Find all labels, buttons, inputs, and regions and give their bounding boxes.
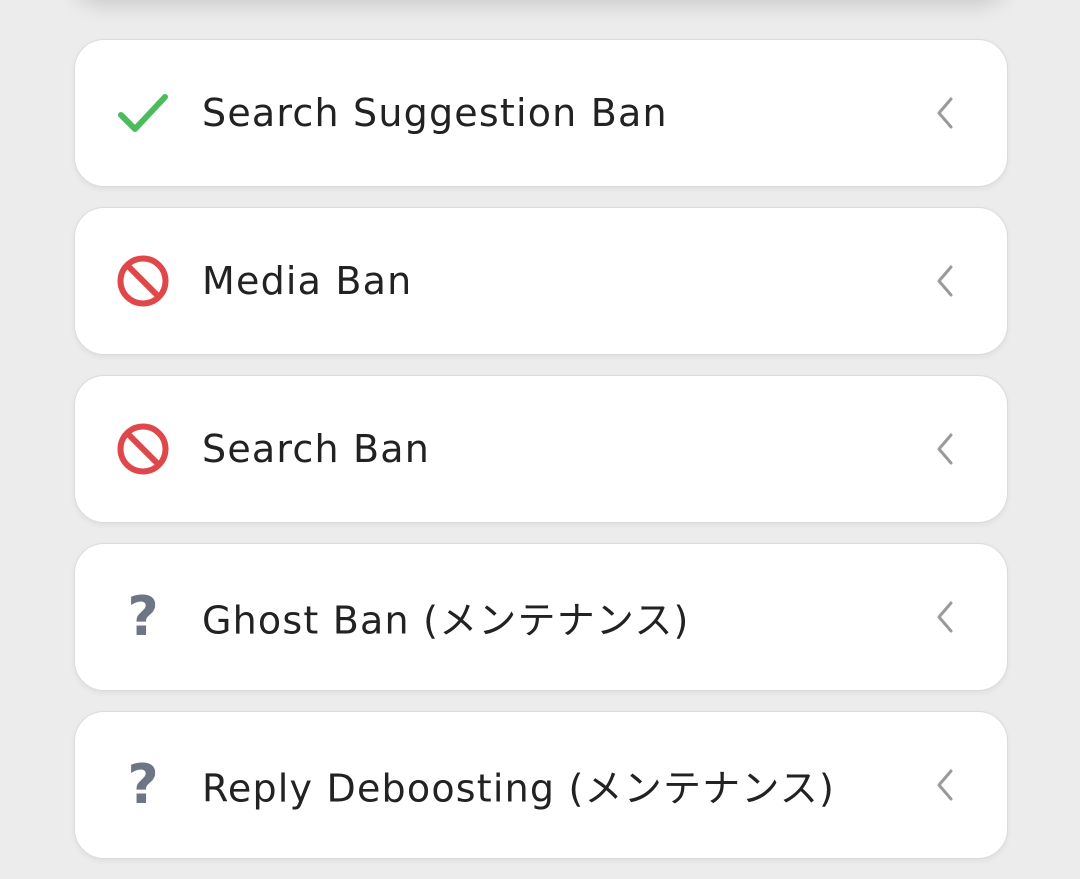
chevron-left-icon[interactable]: [935, 264, 955, 298]
list-item-search-suggestion-ban[interactable]: Search Suggestion Ban: [74, 39, 1008, 187]
chevron-left-icon[interactable]: [935, 96, 955, 130]
item-label: Search Ban: [202, 427, 431, 471]
question-icon: ?: [127, 585, 159, 648]
prohibited-icon: [115, 421, 171, 477]
list-item-reply-deboosting[interactable]: ? Reply Deboosting (メンテナンス): [74, 711, 1008, 859]
list-item-ghost-ban[interactable]: ? Ghost Ban (メンテナンス): [74, 543, 1008, 691]
question-icon: ?: [127, 753, 159, 816]
item-label: Media Ban: [202, 259, 413, 303]
prohibited-icon: [115, 253, 171, 309]
item-label: Reply Deboosting (メンテナンス): [202, 766, 836, 811]
check-icon: [115, 85, 171, 141]
chevron-left-icon[interactable]: [935, 768, 955, 802]
item-label: Search Suggestion Ban: [202, 91, 668, 135]
chevron-left-icon[interactable]: [935, 600, 955, 634]
list-item-media-ban[interactable]: Media Ban: [74, 207, 1008, 355]
ban-check-list: Search Suggestion Ban Media Ban Search B…: [74, 39, 1008, 879]
item-label: Ghost Ban (メンテナンス): [202, 598, 690, 643]
list-item-search-ban[interactable]: Search Ban: [74, 375, 1008, 523]
chevron-left-icon[interactable]: [935, 432, 955, 466]
